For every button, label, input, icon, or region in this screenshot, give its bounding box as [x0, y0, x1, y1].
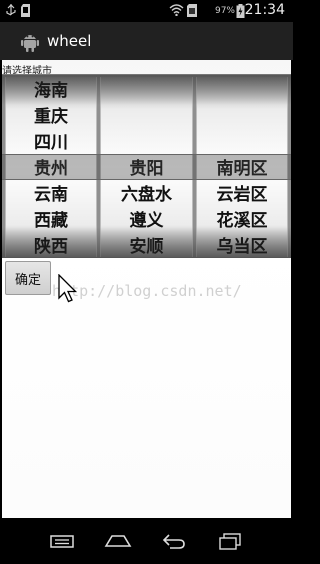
clock: 21:34	[244, 2, 285, 18]
city-wheel[interactable]: 贵阳 六盘水 遵义 安顺	[100, 77, 193, 257]
wheel-item: 乌当区	[216, 237, 268, 257]
app-title: wheel	[47, 32, 92, 50]
wheel-item: 云岩区	[216, 185, 268, 205]
android-icon	[20, 30, 40, 52]
sim-icon	[186, 4, 198, 20]
content-area: 请选择城市 海南 重庆 四川 贵州 云南 西藏 陕西 贵阳 六盘水 遵义 安顺 …	[2, 60, 291, 518]
confirm-button[interactable]: 确定	[5, 261, 51, 295]
menu-icon[interactable]	[48, 530, 76, 552]
watermark: http://blog.csdn.net/	[52, 282, 242, 300]
back-icon[interactable]	[160, 530, 188, 552]
status-bar: 97% 21:34	[0, 0, 293, 22]
wheel-item-selected: 贵阳	[129, 159, 164, 179]
wheel-item: 陕西	[34, 237, 68, 257]
wheel-item: 遵义	[129, 211, 164, 231]
wheel-item: 西藏	[34, 211, 68, 231]
wheel-item: 重庆	[34, 107, 68, 127]
action-bar: wheel	[0, 22, 293, 60]
wheel-item: 四川	[34, 133, 68, 153]
wheel-item-selected: 南明区	[216, 159, 268, 179]
wheel-item: 海南	[34, 81, 68, 101]
wheel-item: 安顺	[129, 237, 164, 257]
wheel-item-selected: 贵州	[34, 159, 68, 179]
province-wheel[interactable]: 海南 重庆 四川 贵州 云南 西藏 陕西	[5, 77, 97, 257]
navigation-bar	[0, 518, 293, 564]
usb-icon	[6, 4, 16, 20]
home-icon[interactable]	[104, 530, 132, 552]
district-wheel[interactable]: 南明区 云岩区 花溪区 乌当区	[196, 77, 288, 257]
battery-percent: 97%	[214, 6, 235, 16]
recents-icon[interactable]	[216, 530, 244, 552]
wheel-item: 花溪区	[216, 211, 268, 231]
wifi-icon	[169, 4, 184, 19]
wheel-item: 云南	[34, 185, 68, 205]
wheel-picker: 海南 重庆 四川 贵州 云南 西藏 陕西 贵阳 六盘水 遵义 安顺 南明区 云岩…	[2, 74, 291, 258]
sd-card-icon	[20, 4, 31, 20]
wheel-item: 六盘水	[121, 185, 172, 205]
battery-charging-icon	[236, 4, 245, 21]
mouse-cursor-icon	[58, 273, 78, 304]
